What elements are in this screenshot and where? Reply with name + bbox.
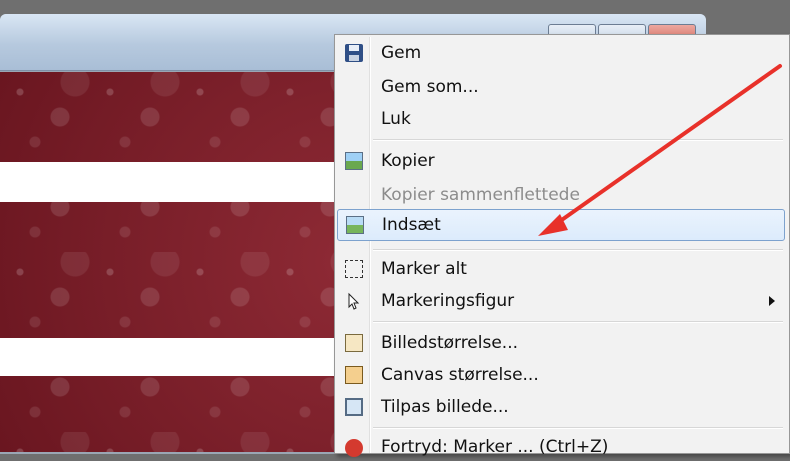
pointer-icon <box>345 292 363 310</box>
undo-icon <box>345 439 363 457</box>
canvas-size-icon <box>345 366 363 384</box>
menu-item-image-size[interactable]: Billedstørrelse... <box>337 329 785 357</box>
menu-item-label: Gem <box>381 43 422 63</box>
fit-image-icon <box>345 398 363 416</box>
menu-item-save[interactable]: Gem <box>337 39 785 67</box>
menu-item-fit-image[interactable]: Tilpas billede... <box>337 393 785 421</box>
menu-item-label: Billedstørrelse... <box>381 333 519 353</box>
copy-picture-icon <box>345 152 363 170</box>
menu-item-canvas-size[interactable]: Canvas størrelse... <box>337 361 785 389</box>
menu-separator <box>373 139 783 141</box>
menu-item-selection-shape[interactable]: Markeringsfigur <box>337 287 785 315</box>
menu-item-label: Kopier sammenflettede <box>381 185 580 205</box>
menu-item-undo[interactable]: Fortryd: Marker ... (Ctrl+Z) <box>337 433 785 461</box>
menu-item-copy-merged: Kopier sammenflettede <box>337 181 785 209</box>
menu-item-label: Indsæt <box>382 215 441 235</box>
menu-separator <box>373 321 783 323</box>
menu-item-select-all[interactable]: Marker alt <box>337 255 785 283</box>
image-size-icon <box>345 334 363 352</box>
save-icon <box>345 44 363 62</box>
select-all-icon <box>345 260 363 278</box>
menu-item-close[interactable]: Luk <box>337 105 785 133</box>
menu-separator <box>373 249 783 251</box>
menu-item-label: Canvas størrelse... <box>381 365 539 385</box>
menu-item-label: Markeringsfigur <box>381 291 515 311</box>
menu-item-label: Tilpas billede... <box>381 397 509 417</box>
menu-item-label: Kopier <box>381 151 435 171</box>
menu-item-paste[interactable]: Indsæt <box>337 209 785 241</box>
paste-picture-icon <box>346 216 364 234</box>
menu-item-copy[interactable]: Kopier <box>337 147 785 175</box>
menu-item-label: Gem som... <box>381 77 479 97</box>
menu-item-save-as[interactable]: Gem som... <box>337 73 785 101</box>
menu-item-label: Fortryd: Marker ... (Ctrl+Z) <box>381 437 609 457</box>
menu-item-label: Marker alt <box>381 259 467 279</box>
context-menu: Gem Gem som... Luk Kopier Kopier sammenf… <box>334 34 790 457</box>
menu-separator <box>373 427 783 429</box>
menu-item-label: Luk <box>381 109 411 129</box>
submenu-arrow-icon <box>769 296 775 306</box>
